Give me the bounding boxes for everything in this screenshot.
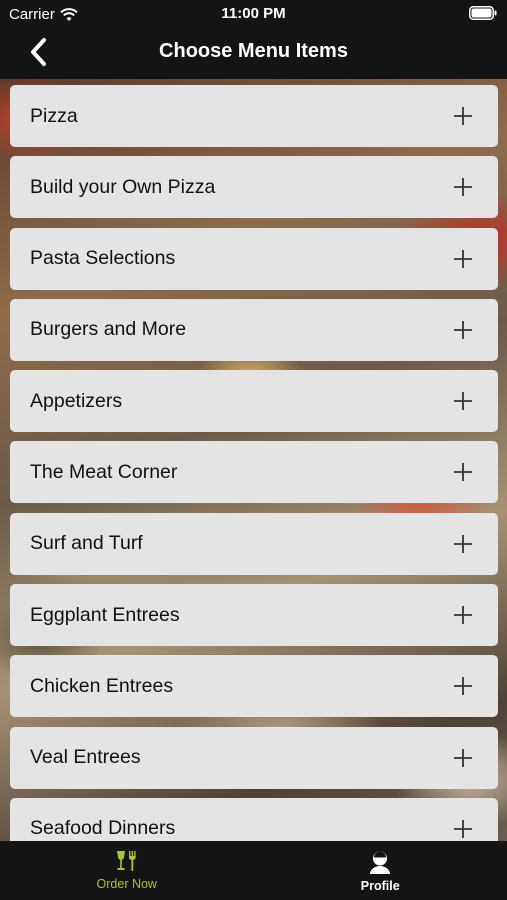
menu-item-label: Seafood Dinners	[30, 817, 176, 840]
menu-item-label: The Meat Corner	[30, 460, 178, 483]
status-time: 11:00 PM	[221, 5, 286, 22]
fork-knife-icon	[116, 851, 136, 871]
tab-order-now[interactable]: Order Now	[0, 841, 254, 900]
plus-icon[interactable]	[453, 676, 473, 696]
tab-profile[interactable]: Profile	[254, 841, 507, 900]
menu-item-appetizers[interactable]: Appetizers	[10, 370, 498, 433]
plus-icon[interactable]	[453, 462, 473, 482]
menu-item-label: Pizza	[30, 104, 78, 127]
navigation-bar: Choose Menu Items	[0, 28, 507, 79]
tab-label: Order Now	[96, 877, 157, 891]
page-title: Choose Menu Items	[159, 40, 348, 62]
top-bar: Carrier 11:00 PM Choose Menu Items	[0, 0, 507, 79]
menu-item-seafood-dinners[interactable]: Seafood Dinners	[10, 797, 498, 841]
tab-bar: Order Now Profile	[0, 841, 507, 900]
plus-icon[interactable]	[453, 534, 473, 554]
menu-item-surf-and-turf[interactable]: Surf and Turf	[10, 512, 498, 575]
plus-icon[interactable]	[453, 391, 473, 411]
tab-label: Profile	[360, 879, 400, 893]
person-icon	[370, 851, 391, 874]
plus-icon[interactable]	[453, 748, 473, 768]
menu-item-chicken-entrees[interactable]: Chicken Entrees	[10, 655, 498, 718]
menu-item-pasta-selections[interactable]: Pasta Selections	[10, 227, 498, 290]
battery-icon	[469, 6, 497, 20]
menu-item-build-your-own-pizza[interactable]: Build your Own Pizza	[10, 156, 498, 219]
plus-icon[interactable]	[453, 249, 473, 269]
menu-category-list[interactable]: Pizza Build your Own Pizza Pasta Selecti…	[10, 85, 498, 841]
plus-icon[interactable]	[453, 605, 473, 625]
plus-icon[interactable]	[453, 320, 473, 340]
menu-item-label: Build your Own Pizza	[30, 175, 216, 198]
menu-item-label: Surf and Turf	[30, 532, 143, 555]
menu-item-label: Burgers and More	[30, 318, 187, 341]
menu-item-label: Chicken Entrees	[30, 674, 174, 697]
plus-icon[interactable]	[453, 106, 473, 126]
menu-item-label: Veal Entrees	[30, 746, 141, 769]
menu-item-eggplant-entrees[interactable]: Eggplant Entrees	[10, 584, 498, 647]
plus-icon[interactable]	[453, 177, 473, 197]
menu-item-the-meat-corner[interactable]: The Meat Corner	[10, 441, 498, 504]
menu-item-pizza[interactable]: Pizza	[10, 85, 498, 147]
plus-icon[interactable]	[453, 819, 473, 839]
menu-item-label: Appetizers	[30, 389, 123, 412]
status-bar: Carrier 11:00 PM	[0, 0, 507, 28]
menu-item-label: Eggplant Entrees	[30, 603, 180, 626]
menu-item-veal-entrees[interactable]: Veal Entrees	[10, 726, 498, 789]
menu-item-burgers-and-more[interactable]: Burgers and More	[10, 298, 498, 361]
menu-item-label: Pasta Selections	[30, 247, 176, 270]
